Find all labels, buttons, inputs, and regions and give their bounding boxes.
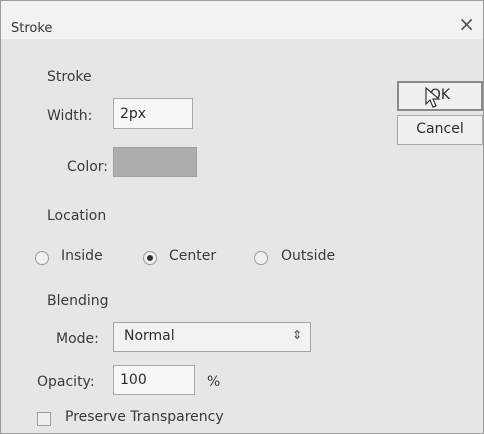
stroke-dialog: Stroke × Stroke Width: Color: Location I… — [0, 0, 484, 434]
opacity-label: Opacity: — [37, 374, 95, 390]
blend-mode-select[interactable]: Normal ⇕ — [113, 322, 311, 352]
dialog-title: Stroke — [11, 21, 53, 36]
preserve-transparency-label: Preserve Transparency — [65, 409, 224, 425]
mouse-pointer-icon — [425, 87, 441, 108]
color-label: Color: — [67, 159, 109, 175]
width-input[interactable] — [113, 98, 193, 129]
opacity-input[interactable] — [113, 365, 195, 395]
radio-outside[interactable] — [254, 251, 268, 265]
up-down-chevron-icon: ⇕ — [291, 328, 302, 342]
radio-outside-label: Outside — [281, 248, 336, 264]
blending-section-label: Blending — [47, 293, 109, 309]
radio-inside[interactable] — [35, 251, 49, 265]
radio-inside-label: Inside — [61, 248, 103, 264]
location-section-label: Location — [47, 208, 107, 224]
radio-center[interactable] — [143, 251, 157, 265]
cancel-button[interactable]: Cancel — [397, 115, 483, 145]
stroke-section-label: Stroke — [47, 69, 92, 85]
close-icon[interactable]: × — [458, 14, 475, 34]
preserve-transparency-checkbox[interactable] — [37, 412, 51, 426]
color-swatch[interactable] — [113, 147, 197, 177]
mode-label: Mode: — [56, 331, 99, 347]
title-bar[interactable]: Stroke × — [1, 1, 483, 39]
opacity-unit: % — [207, 374, 221, 390]
width-label: Width: — [47, 108, 93, 124]
radio-center-label: Center — [169, 248, 217, 264]
blend-mode-value: Normal — [124, 328, 175, 344]
